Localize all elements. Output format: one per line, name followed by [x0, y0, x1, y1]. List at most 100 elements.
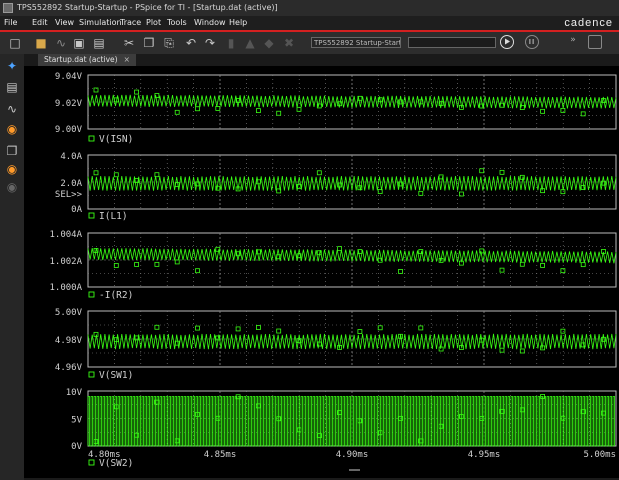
- legend-marker: [88, 212, 95, 219]
- measure-icon[interactable]: ◉: [5, 122, 19, 136]
- waveform-plot[interactable]: 9.04V 9.02V 9.00V V(ISN) 4.0A 2.0A 0A SEL>> I(L1…: [24, 66, 619, 478]
- document-tab-strip: Startup.dat (active) ×: [24, 54, 619, 66]
- redo-icon[interactable]: ↷: [203, 36, 217, 50]
- y-tick-label: 4.98V: [55, 336, 83, 346]
- y-tick-label: 5V: [71, 416, 82, 426]
- data-point-marker: [195, 268, 200, 274]
- data-point-marker: [540, 263, 545, 268]
- toolbar-overflow-icon[interactable]: »: [566, 33, 580, 47]
- menu-trace[interactable]: Trace: [120, 16, 141, 30]
- legend-marker: [88, 135, 95, 142]
- data-point-marker: [499, 347, 505, 353]
- legend-label: -I(R2): [99, 290, 133, 301]
- y-tick-label: 9.04V: [55, 72, 83, 82]
- data-point-marker: [398, 269, 403, 274]
- data-point-marker: [195, 325, 200, 331]
- disabled-marker-icon[interactable]: ◉: [5, 180, 19, 194]
- multi-window-icon[interactable]: ❐: [5, 144, 19, 158]
- save-icon[interactable]: ▣: [72, 36, 86, 50]
- y-tick-label: 9.00V: [55, 125, 83, 135]
- data-point-marker: [499, 267, 505, 273]
- menu-edit[interactable]: Edit: [32, 16, 48, 30]
- probe-wave-icon[interactable]: ∿: [5, 102, 19, 116]
- legend-label: V(SW1): [99, 370, 133, 381]
- title-bar: TPS552892 Startup-Startup - PSpice for T…: [0, 0, 619, 16]
- menu-view[interactable]: View: [55, 16, 74, 30]
- data-point-marker: [134, 89, 139, 95]
- y-tick-label: 1.004A: [49, 230, 82, 240]
- copy-icon[interactable]: ❐: [142, 36, 156, 50]
- data-point-marker: [601, 410, 606, 416]
- pin-icon[interactable]: ✦: [5, 59, 19, 73]
- left-toolbar: ✦ ▤ ∿ ◉ ❐ ◉ ◉: [0, 54, 24, 480]
- x-tick-label: 5.00ms: [583, 450, 616, 460]
- data-point-marker: [276, 328, 282, 334]
- data-point-marker: [499, 169, 505, 175]
- data-point-marker: [93, 170, 99, 176]
- open-folder-icon[interactable]: ■: [34, 36, 48, 50]
- legend-label: I(L1): [99, 211, 128, 222]
- y-tick-label: 0V: [71, 442, 82, 452]
- app-icon: [3, 3, 13, 13]
- legend-marker: [88, 291, 95, 298]
- stop-icon[interactable]: [588, 35, 602, 49]
- bookmark-icon[interactable]: ▮: [224, 36, 238, 50]
- data-point-marker: [337, 246, 343, 252]
- data-point-marker: [377, 325, 383, 331]
- selected-plot-indicator: SEL>>: [55, 190, 83, 200]
- probe-icon[interactable]: ◆: [262, 36, 276, 50]
- x-tick-label: 4.85ms: [204, 450, 237, 460]
- run-icon[interactable]: [500, 35, 514, 49]
- menu-file[interactable]: File: [4, 16, 17, 30]
- data-point-marker: [255, 325, 261, 330]
- legend-marker: [88, 459, 95, 466]
- data-point-marker: [154, 261, 160, 267]
- data-point-marker: [215, 106, 221, 111]
- tab-startup-dat[interactable]: Startup.dat (active) ×: [38, 54, 136, 66]
- x-tick-label: 4.90ms: [336, 450, 369, 460]
- simulation-profile-select[interactable]: TPS552892 Startup-Startup: [311, 37, 401, 48]
- menu-plot[interactable]: Plot: [146, 16, 161, 30]
- menu-help[interactable]: Help: [229, 16, 247, 30]
- legend-marker: [88, 371, 95, 378]
- delete-icon[interactable]: ✖: [282, 36, 296, 50]
- data-point-marker: [519, 407, 525, 413]
- cut-icon[interactable]: ✂: [122, 36, 136, 50]
- data-point-marker: [438, 423, 444, 429]
- data-point-marker: [540, 108, 545, 114]
- data-point-marker: [174, 259, 180, 265]
- data-point-marker: [154, 324, 160, 330]
- data-point-marker: [195, 106, 200, 112]
- x-tick-label: 4.80ms: [88, 450, 121, 460]
- print-icon[interactable]: ▤: [92, 36, 106, 50]
- menu-window[interactable]: Window: [194, 16, 226, 30]
- marker-icon[interactable]: ◉: [5, 162, 19, 176]
- y-tick-label: 4.0A: [60, 152, 82, 162]
- x-tick-label: 4.95ms: [468, 450, 501, 460]
- window-title: TPS552892 Startup-Startup - PSpice for T…: [17, 3, 278, 12]
- data-point-marker: [580, 262, 586, 268]
- legend-label: V(ISN): [99, 134, 133, 145]
- cadence-logo: cadence: [564, 17, 613, 29]
- data-point-marker: [113, 172, 119, 178]
- data-point-marker: [418, 190, 424, 196]
- wave-icon[interactable]: ∿: [54, 36, 68, 50]
- menu-simulation[interactable]: Simulation: [79, 16, 122, 30]
- data-point-marker: [418, 325, 424, 331]
- data-point-marker: [276, 110, 282, 116]
- undo-icon[interactable]: ↶: [184, 36, 198, 50]
- paste-icon[interactable]: ⎘: [162, 36, 176, 50]
- new-sim-icon[interactable]: □: [8, 36, 22, 50]
- pause-icon[interactable]: [525, 35, 539, 49]
- document-icon[interactable]: ▤: [5, 80, 19, 94]
- marker-icon[interactable]: ▲: [243, 36, 257, 50]
- y-tick-label: 9.02V: [55, 99, 83, 109]
- data-point-marker: [357, 329, 363, 334]
- data-point-marker: [113, 263, 119, 268]
- y-tick-label: 4.96V: [55, 363, 83, 373]
- y-tick-label: 2.0A: [60, 179, 82, 189]
- y-tick-label: 10V: [66, 388, 83, 398]
- menu-tools[interactable]: Tools: [167, 16, 187, 30]
- close-icon[interactable]: ×: [124, 55, 130, 64]
- data-point-marker: [134, 262, 139, 267]
